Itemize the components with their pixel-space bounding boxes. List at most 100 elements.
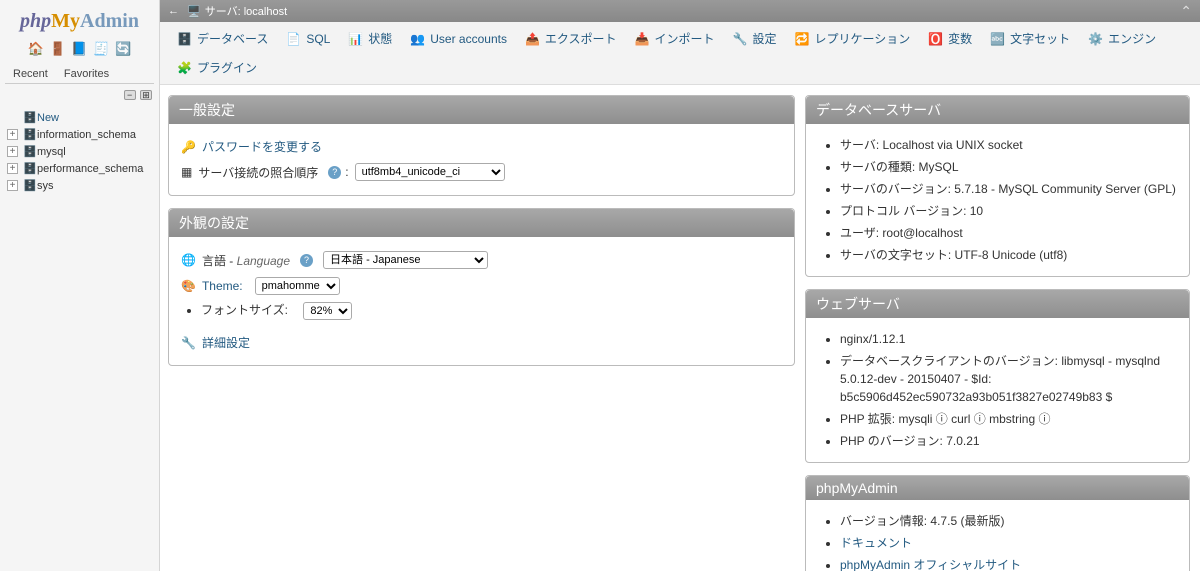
info-item: サーバのバージョン: 5.7.18 - MySQL Community Serv… xyxy=(840,178,1177,200)
pma-info-list: バージョン情報: 4.7.5 (最新版) ドキュメント phpMyAdmin オ… xyxy=(818,510,1177,571)
db-icon: 🗄️ xyxy=(23,128,35,141)
menu-replication[interactable]: 🔁レプリケーション xyxy=(785,24,919,53)
menu-settings[interactable]: 🔧設定 xyxy=(724,24,786,53)
menu-label: User accounts xyxy=(430,32,507,46)
expand-icon[interactable]: + xyxy=(7,129,18,140)
menu-label: SQL xyxy=(306,32,330,46)
info-item: サーバ: Localhost via UNIX socket xyxy=(840,134,1177,156)
back-icon[interactable]: ← xyxy=(168,5,179,17)
left-column: 一般設定 🔑 パスワードを変更する ▦ サーバ接続の照合順序 ?: utf8mb… xyxy=(168,95,795,561)
db-server-info-list: サーバ: Localhost via UNIX socket サーバの種類: M… xyxy=(818,134,1177,266)
right-column: データベースサーバ サーバ: Localhost via UNIX socket… xyxy=(805,95,1190,561)
variables-icon: 🅾️ xyxy=(928,32,943,46)
fontsize-select[interactable]: 82% xyxy=(303,302,352,320)
info-item: nginx/1.12.1 xyxy=(840,328,1177,350)
tree-db-item[interactable]: + 🗄️ sys xyxy=(5,177,154,194)
sidebar-quick-icons: 🏠 🚪 📘 🧾 🔄 xyxy=(5,38,154,60)
logout-icon[interactable]: 🚪 xyxy=(50,41,66,56)
status-icon: 📊 xyxy=(348,32,363,46)
menu-label: 状態 xyxy=(368,30,392,47)
tab-favorites[interactable]: Favorites xyxy=(56,65,117,83)
charset-icon: 🔤 xyxy=(990,32,1005,46)
breadcrumb[interactable]: サーバ: localhost xyxy=(205,3,287,19)
logo[interactable]: phpMyAdmin xyxy=(5,5,154,38)
tree-collapse-controls: − ⊞ xyxy=(5,84,154,104)
tree-db-item[interactable]: + 🗄️ mysql xyxy=(5,143,154,160)
gear-icon: 🔧 xyxy=(181,336,196,350)
server-icon: 🖥️ xyxy=(187,5,201,18)
collation-icon: ▦ xyxy=(181,165,192,179)
theme-row: 🎨 Theme: pmahomme xyxy=(181,273,782,299)
menu-label: データベース xyxy=(197,30,268,47)
menu-sql[interactable]: 📄SQL xyxy=(277,24,339,53)
help-icon[interactable]: ? xyxy=(300,254,313,267)
tree-new[interactable]: 🗄️ New xyxy=(5,109,154,126)
fontsize-row: フォントサイズ: 82% xyxy=(201,299,782,322)
tree-db-item[interactable]: + 🗄️ information_schema xyxy=(5,126,154,143)
tree-db-label: performance_schema xyxy=(37,163,143,175)
expand-icon[interactable]: + xyxy=(7,146,18,157)
docs-icon[interactable]: 📘 xyxy=(71,41,87,56)
language-select[interactable]: 日本語 - Japanese xyxy=(323,251,488,269)
engines-icon: ⚙️ xyxy=(1088,32,1103,46)
theme-icon: 🎨 xyxy=(181,279,196,293)
menu-label: プラグイン xyxy=(197,59,257,76)
language-label: 言語 - Language xyxy=(202,252,290,269)
menu-label: 文字セット xyxy=(1010,30,1070,47)
db-icon: 🗄️ xyxy=(23,145,35,158)
menu-status[interactable]: 📊 状態 xyxy=(339,24,401,53)
hide-panel-icon[interactable]: ⌃ xyxy=(1180,3,1192,20)
info-item: サーバの文字セット: UTF-8 Unicode (utf8) xyxy=(840,244,1177,266)
collapse-all-icon[interactable]: − xyxy=(124,90,136,100)
collation-label: サーバ接続の照合順序 xyxy=(198,164,318,181)
expand-icon[interactable]: + xyxy=(7,180,18,191)
menu-users[interactable]: 👥User accounts xyxy=(401,24,516,53)
theme-select[interactable]: pmahomme xyxy=(255,277,340,295)
menu-label: エクスポート xyxy=(545,30,617,47)
menu-import[interactable]: 📥インポート xyxy=(626,24,724,53)
info-item: プロトコル バージョン: 10 xyxy=(840,200,1177,222)
collation-row: ▦ サーバ接続の照合順序 ?: utf8mb4_unicode_ci xyxy=(181,159,782,185)
menu-engines[interactable]: ⚙️エンジン xyxy=(1079,24,1165,53)
fontsize-label: フォントサイズ: xyxy=(201,303,288,317)
pma-link[interactable]: phpMyAdmin オフィシャルサイト xyxy=(840,558,1021,571)
sidebar-tabs: Recent Favorites xyxy=(5,65,154,84)
db-icon: 🗄️ xyxy=(23,162,35,175)
theme-label[interactable]: Theme: xyxy=(202,279,243,293)
tree-db-label: information_schema xyxy=(37,129,136,141)
language-icon: 🌐 xyxy=(181,253,196,267)
tab-recent[interactable]: Recent xyxy=(5,65,56,83)
tree-db-item[interactable]: + 🗄️ performance_schema xyxy=(5,160,154,177)
expand-all-icon[interactable]: ⊞ xyxy=(140,90,152,100)
database-tree: 🗄️ New + 🗄️ information_schema + 🗄️ mysq… xyxy=(5,109,154,194)
pma-link[interactable]: ドキュメント xyxy=(840,536,912,550)
tree-db-label: mysql xyxy=(37,146,66,158)
menu-databases[interactable]: 🗄️データベース xyxy=(168,24,277,53)
help-icon[interactable]: ? xyxy=(328,166,341,179)
sql-icon[interactable]: 🧾 xyxy=(93,41,109,56)
menu-plugins[interactable]: 🧩プラグイン xyxy=(168,53,266,82)
info-item: PHP 拡張: mysqli ⓘ curl ⓘ mbstring ⓘ xyxy=(840,408,1177,430)
new-db-icon: 🗄️ xyxy=(23,111,35,124)
collation-select[interactable]: utf8mb4_unicode_ci xyxy=(355,163,505,181)
content: 一般設定 🔑 パスワードを変更する ▦ サーバ接続の照合順序 ?: utf8mb… xyxy=(160,85,1200,571)
topbar: ← 🖥️ サーバ: localhost ⌃ xyxy=(160,0,1200,22)
info-item: ユーザ: root@localhost xyxy=(840,222,1177,244)
change-password-link[interactable]: 🔑 パスワードを変更する xyxy=(181,134,782,159)
menu-charset[interactable]: 🔤 文字セット xyxy=(981,24,1079,53)
more-settings-link[interactable]: 🔧 詳細設定 xyxy=(181,330,782,355)
panel-phpmyadmin: phpMyAdmin バージョン情報: 4.7.5 (最新版) ドキュメント p… xyxy=(805,475,1190,571)
sidebar: phpMyAdmin 🏠 🚪 📘 🧾 🔄 Recent Favorites − … xyxy=(0,0,160,571)
web-server-info-list: nginx/1.12.1 データベースクライアントのバージョン: libmysq… xyxy=(818,328,1177,452)
menu-export[interactable]: 📤エクスポート xyxy=(516,24,626,53)
panel-title: データベースサーバ xyxy=(806,96,1189,124)
info-item: サーバの種類: MySQL xyxy=(840,156,1177,178)
settings-icon: 🔧 xyxy=(733,32,748,46)
panel-appearance-settings: 外観の設定 🌐 言語 - Language ? 日本語 - Japanese 🎨 xyxy=(168,208,795,366)
home-icon[interactable]: 🏠 xyxy=(28,41,44,56)
expand-icon[interactable]: + xyxy=(7,163,18,174)
menu-label: インポート xyxy=(655,30,715,47)
reload-icon[interactable]: 🔄 xyxy=(115,41,131,56)
menu-variables[interactable]: 🅾️変数 xyxy=(919,24,981,53)
menu-label: レプリケーション xyxy=(814,30,910,47)
